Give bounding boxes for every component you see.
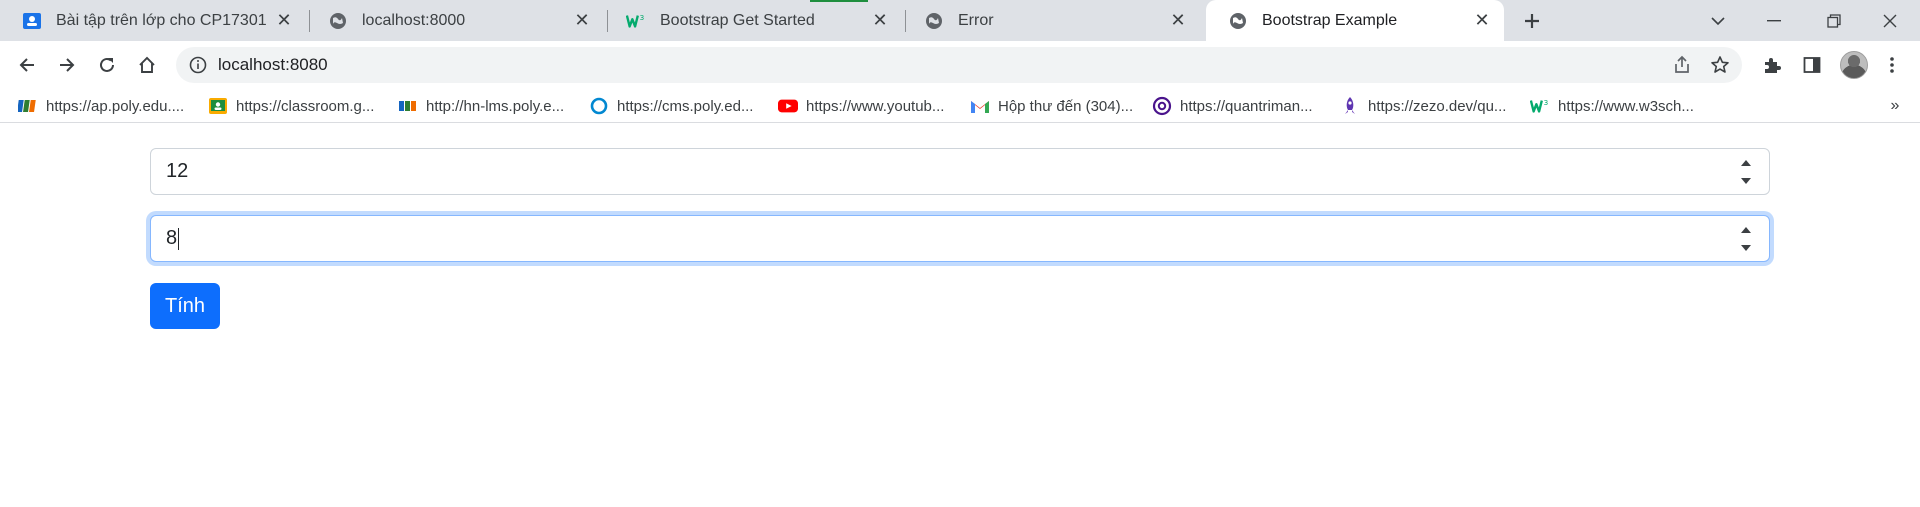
calculate-button[interactable]: Tính bbox=[150, 283, 220, 329]
home-icon bbox=[139, 56, 155, 73]
home-button[interactable] bbox=[131, 49, 163, 81]
profile-avatar[interactable] bbox=[1840, 51, 1868, 79]
menu-button[interactable] bbox=[1876, 49, 1908, 81]
bookmark-label: https://www.youtub... bbox=[806, 97, 945, 115]
puzzle-icon bbox=[1765, 58, 1781, 73]
more-vert-icon bbox=[1890, 57, 1894, 73]
tab-localhost-8000[interactable]: localhost:8000 ✕ bbox=[306, 0, 604, 41]
spin-up-icon[interactable] bbox=[1741, 160, 1751, 166]
bookmark-label: Hộp thư đến (304)... bbox=[998, 97, 1134, 115]
tab-label: Error bbox=[958, 11, 994, 29]
globe-icon bbox=[328, 11, 348, 31]
ring-icon bbox=[589, 96, 609, 116]
bookmark-label: https://zezo.dev/qu... bbox=[1368, 97, 1507, 115]
svg-text:3: 3 bbox=[1544, 98, 1549, 107]
bookmark-item[interactable]: https://www.youtub... bbox=[778, 89, 944, 123]
close-window-button[interactable] bbox=[1862, 0, 1918, 41]
close-icon bbox=[1883, 14, 1897, 27]
new-tab-button[interactable] bbox=[1516, 6, 1548, 36]
plus-icon bbox=[1525, 14, 1539, 28]
chevron-double-right-icon: » bbox=[1890, 97, 1900, 114]
tab-label: Bài tập trên lớp cho CP17301 - M bbox=[56, 11, 270, 29]
restore-button[interactable] bbox=[1806, 0, 1862, 41]
tab-close-icon[interactable]: ✕ bbox=[866, 7, 894, 35]
youtube-icon bbox=[778, 96, 798, 116]
bookmark-label: https://quantriman... bbox=[1180, 97, 1313, 115]
first-number-input[interactable]: 12 bbox=[150, 148, 1770, 195]
extensions-button[interactable] bbox=[1756, 49, 1788, 81]
address-bar[interactable]: localhost:8080 bbox=[176, 47, 1742, 83]
globe-icon bbox=[924, 11, 944, 31]
rocket-icon bbox=[1340, 96, 1360, 116]
star-icon[interactable] bbox=[1706, 51, 1734, 79]
url-text[interactable]: localhost:8080 bbox=[218, 47, 328, 83]
google-classroom-icon bbox=[22, 11, 42, 31]
tab-bootstrap-get-started[interactable]: 3 Bootstrap Get Started ✕ bbox=[604, 0, 902, 41]
spin-up-icon[interactable] bbox=[1741, 227, 1751, 233]
tab-bootstrap-example[interactable]: Bootstrap Example ✕ bbox=[1206, 0, 1504, 41]
fpt-icon bbox=[398, 96, 418, 116]
reload-icon bbox=[100, 57, 114, 72]
first-number-value: 12 bbox=[166, 160, 189, 182]
globe-icon bbox=[1228, 11, 1248, 31]
site-info-icon[interactable] bbox=[186, 53, 210, 77]
side-panel-button[interactable] bbox=[1796, 49, 1828, 81]
bookmarks-bar: https://ap.poly.edu.... https://classroo… bbox=[0, 89, 1920, 123]
tab-close-icon[interactable]: ✕ bbox=[1468, 7, 1496, 35]
tab-label: localhost:8000 bbox=[362, 11, 466, 29]
reload-button[interactable] bbox=[91, 49, 123, 81]
tab-close-icon[interactable]: ✕ bbox=[270, 7, 298, 35]
bookmark-item[interactable]: https://cms.poly.ed... bbox=[589, 89, 753, 123]
bookmark-item[interactable]: https://zezo.dev/qu... bbox=[1340, 89, 1506, 123]
fpt-icon bbox=[18, 96, 38, 116]
gmail-icon bbox=[970, 96, 990, 116]
back-button[interactable] bbox=[11, 49, 43, 81]
number-spinner[interactable] bbox=[1739, 227, 1753, 251]
arrow-right-icon bbox=[60, 58, 75, 72]
bookmark-label: http://hn-lms.poly.e... bbox=[426, 97, 565, 115]
side-panel-icon bbox=[1803, 57, 1821, 73]
share-icon[interactable] bbox=[1668, 51, 1696, 79]
second-number-value: 8 bbox=[166, 227, 178, 249]
spin-down-icon[interactable] bbox=[1741, 178, 1751, 184]
tab-label: Bootstrap Example bbox=[1262, 11, 1398, 29]
arrow-left-icon bbox=[19, 58, 34, 72]
restore-icon bbox=[1827, 13, 1841, 28]
number-spinner[interactable] bbox=[1739, 160, 1753, 184]
chevron-down-icon bbox=[1711, 16, 1725, 25]
text-caret bbox=[178, 227, 180, 250]
bookmark-item[interactable]: 3 https://www.w3sch... bbox=[1530, 89, 1694, 123]
bookmark-label: https://classroom.g... bbox=[236, 97, 375, 115]
tab-close-icon[interactable]: ✕ bbox=[568, 7, 596, 35]
spin-down-icon[interactable] bbox=[1741, 245, 1751, 251]
bookmark-label: https://ap.poly.edu.... bbox=[46, 97, 185, 115]
second-number-input[interactable]: 8 bbox=[150, 215, 1770, 262]
minimize-button[interactable] bbox=[1746, 0, 1802, 41]
tab-error[interactable]: Error ✕ bbox=[902, 0, 1200, 41]
tab-classroom[interactable]: Bài tập trên lớp cho CP17301 - M ✕ bbox=[0, 0, 306, 41]
google-classroom-icon bbox=[208, 96, 228, 116]
tab-search-button[interactable] bbox=[1690, 0, 1746, 41]
tab-close-icon[interactable]: ✕ bbox=[1164, 7, 1192, 35]
more-bookmarks-button[interactable]: » bbox=[1880, 89, 1910, 123]
bookmark-label: https://www.w3sch... bbox=[1558, 97, 1694, 115]
svg-text:3: 3 bbox=[640, 13, 645, 22]
tab-label: Bootstrap Get Started bbox=[660, 11, 815, 29]
page-content: 12 8 Tính bbox=[0, 124, 1920, 507]
bookmark-item[interactable]: http://hn-lms.poly.e... bbox=[398, 89, 564, 123]
at-icon bbox=[1152, 96, 1172, 116]
w3schools-icon: 3 bbox=[1530, 96, 1550, 116]
minimize-icon bbox=[1767, 19, 1781, 21]
bookmark-item[interactable]: https://quantriman... bbox=[1152, 89, 1313, 123]
tab-strip: Bài tập trên lớp cho CP17301 - M ✕ local… bbox=[0, 0, 1920, 41]
bookmark-item[interactable]: Hộp thư đến (304)... bbox=[970, 89, 1133, 123]
browser-toolbar: localhost:8080 bbox=[0, 41, 1920, 89]
bookmark-item[interactable]: https://ap.poly.edu.... bbox=[18, 89, 184, 123]
w3schools-icon: 3 bbox=[626, 11, 646, 31]
forward-button[interactable] bbox=[51, 49, 83, 81]
bookmark-item[interactable]: https://classroom.g... bbox=[208, 89, 374, 123]
bookmark-label: https://cms.poly.ed... bbox=[617, 97, 754, 115]
